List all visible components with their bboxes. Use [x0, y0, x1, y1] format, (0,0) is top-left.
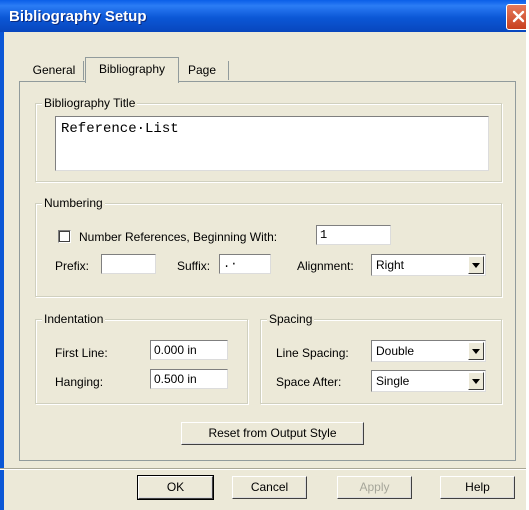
- footer-divider: [0, 468, 526, 470]
- tab-bibliography[interactable]: Bibliography: [85, 57, 179, 83]
- tab-divider: [83, 61, 84, 80]
- window-title: Bibliography Setup: [9, 8, 147, 25]
- indentation-group: Indentation: [35, 312, 248, 404]
- line-spacing-dropdown-button[interactable]: [468, 342, 484, 360]
- prefix-label: Prefix:: [55, 259, 90, 273]
- space-after-value: Single: [376, 374, 410, 388]
- space-after-dropdown-button[interactable]: [468, 372, 484, 390]
- tab-page[interactable]: Page: [179, 60, 225, 80]
- first-line-input[interactable]: 0.000 in: [150, 340, 228, 360]
- close-icon: [512, 10, 525, 23]
- window-frame: [0, 32, 4, 510]
- numbering-group: Numbering: [35, 196, 502, 297]
- alignment-select[interactable]: Right: [371, 254, 486, 276]
- apply-button[interactable]: Apply: [337, 476, 412, 499]
- suffix-input[interactable]: .·: [219, 254, 271, 274]
- chevron-down-icon: [472, 379, 480, 384]
- line-spacing-value: Double: [376, 344, 415, 358]
- group-label: Bibliography Title: [42, 96, 138, 110]
- ok-button[interactable]: OK: [137, 475, 214, 500]
- alignment-label: Alignment:: [297, 259, 354, 273]
- tab-general[interactable]: General: [27, 60, 81, 80]
- space-after-select[interactable]: Single: [371, 370, 486, 392]
- number-references-checkbox[interactable]: [58, 230, 71, 243]
- line-spacing-select[interactable]: Double: [371, 340, 486, 362]
- hanging-input[interactable]: 0.500 in: [150, 369, 228, 389]
- start-value-input[interactable]: 1: [316, 225, 391, 245]
- tab-divider: [228, 61, 229, 80]
- group-label: Indentation: [42, 312, 106, 326]
- alignment-dropdown-button[interactable]: [468, 256, 484, 274]
- dialog-window: Bibliography Setup General Bibliography …: [0, 0, 526, 510]
- first-line-label: First Line:: [55, 346, 108, 360]
- chevron-down-icon: [472, 263, 480, 268]
- help-button[interactable]: Help: [440, 476, 515, 499]
- cancel-button[interactable]: Cancel: [232, 476, 307, 499]
- alignment-value: Right: [376, 258, 405, 272]
- reset-from-output-style-button[interactable]: Reset from Output Style: [181, 422, 364, 445]
- suffix-label: Suffix:: [177, 259, 211, 273]
- bibliography-title-input[interactable]: Reference·List: [55, 116, 489, 171]
- group-label: Numbering: [42, 196, 105, 210]
- space-after-label: Space After:: [276, 375, 342, 389]
- line-spacing-label: Line Spacing:: [276, 346, 349, 360]
- group-label: Spacing: [267, 312, 315, 326]
- hanging-label: Hanging:: [55, 375, 104, 389]
- chevron-down-icon: [472, 349, 480, 354]
- close-button[interactable]: [506, 4, 526, 30]
- prefix-input[interactable]: [101, 254, 156, 274]
- title-bar[interactable]: Bibliography Setup: [0, 0, 526, 32]
- number-references-label: Number References, Beginning With:: [79, 230, 278, 244]
